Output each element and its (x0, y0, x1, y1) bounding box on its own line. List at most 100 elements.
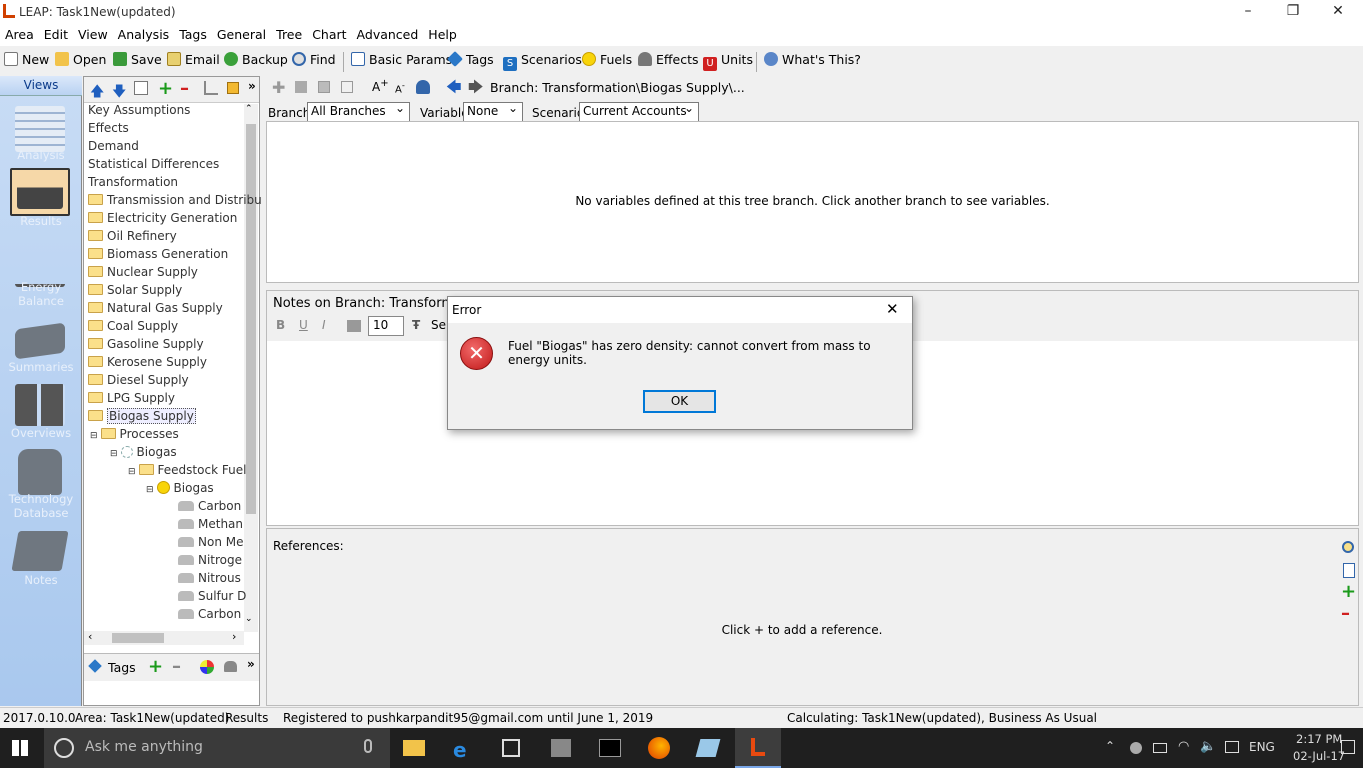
file-explorer-icon[interactable] (403, 740, 425, 756)
battery-icon[interactable] (1153, 743, 1167, 753)
scroll-left-icon[interactable]: ‹ (88, 630, 92, 643)
font-name-partial[interactable]: Se (431, 318, 446, 332)
show-hidden-icons[interactable]: ⌃ (1105, 739, 1115, 753)
firefox-icon[interactable] (648, 737, 670, 759)
tree-item-transmission[interactable]: Transmission and Distribu (88, 191, 262, 209)
find-button[interactable]: Find (292, 52, 336, 72)
view-analysis[interactable]: Analysis (0, 148, 82, 162)
collapse-icon[interactable]: ⊟ (110, 449, 118, 459)
microphone-icon[interactable] (364, 739, 372, 753)
tree-item-effect[interactable]: Carbon (178, 605, 241, 623)
color-palette-icon[interactable] (200, 660, 214, 674)
view-technology-database[interactable]: Technology Database (0, 492, 82, 520)
tree-item-nuclear-supply[interactable]: Nuclear Supply (88, 263, 198, 281)
remove-reference-icon[interactable]: – (1341, 603, 1350, 624)
tree-item-oil-refinery[interactable]: Oil Refinery (88, 227, 177, 245)
tag-effects-icon[interactable] (224, 661, 237, 672)
italic-icon[interactable]: I (322, 318, 326, 332)
fuels-button[interactable]: Fuels (582, 52, 632, 72)
taskbar-date[interactable]: 02-Jul-17 (1293, 749, 1345, 763)
input-method-icon[interactable] (1225, 741, 1239, 753)
tree-item-key-assumptions[interactable]: Key Assumptions (88, 101, 190, 119)
command-prompt-icon[interactable] (599, 739, 621, 757)
chevron-more-icon[interactable]: » (247, 657, 255, 671)
tree-item-effect[interactable]: Nitroge (178, 551, 242, 569)
add-reference-icon[interactable]: + (1341, 581, 1356, 602)
add-branch-icon[interactable]: + (158, 78, 173, 99)
tree-item-kerosene-supply[interactable]: Kerosene Supply (88, 353, 207, 371)
decrease-font-icon[interactable]: A- (395, 80, 405, 95)
tree-item-feedstock-fuel[interactable]: ⊟ Feedstock Fuel (128, 461, 246, 479)
paste-icon[interactable] (318, 81, 330, 93)
scenarios-button[interactable]: S Scenarios (503, 52, 582, 72)
tree-item-coal-supply[interactable]: Coal Supply (88, 317, 178, 335)
view-notes[interactable]: Notes (0, 573, 82, 587)
units-button[interactable]: U Units (703, 52, 753, 72)
language-indicator[interactable]: ENG (1249, 740, 1275, 754)
new-reference-icon[interactable] (1343, 563, 1355, 578)
forward-arrow-icon[interactable]: 🡆 (468, 77, 484, 102)
wifi-icon[interactable]: ◠ (1178, 739, 1189, 754)
tree-item-effect[interactable]: Carbon (178, 497, 241, 515)
users-icon[interactable] (416, 80, 430, 94)
back-arrow-icon[interactable]: 🡄 (446, 77, 462, 102)
add-disabled-icon[interactable]: ✚ (272, 78, 285, 97)
properties-icon[interactable] (134, 81, 148, 95)
menu-area[interactable]: Area (0, 24, 39, 42)
branch-filter-select[interactable]: All Branches (307, 101, 410, 122)
notes-app-icon[interactable] (695, 739, 721, 757)
save-button[interactable]: Save (113, 52, 162, 72)
search-reference-icon[interactable] (1342, 541, 1354, 553)
dialog-close-button[interactable]: ✕ (886, 300, 899, 318)
tree-item-effects[interactable]: Effects (88, 119, 129, 137)
tree-item-biogas-fuel[interactable]: ⊟ Biogas (146, 479, 214, 497)
tree-item-demand[interactable]: Demand (88, 137, 139, 155)
scroll-thumb[interactable] (112, 633, 164, 643)
delete-branch-icon[interactable]: – (180, 78, 189, 99)
scroll-up-icon[interactable]: ⌃ (245, 104, 253, 114)
menu-edit[interactable]: Edit (39, 24, 73, 42)
variable-filter-select[interactable]: None (463, 101, 523, 122)
tree-item-biogas-supply[interactable]: Biogas Supply (88, 407, 196, 425)
menu-tree[interactable]: Tree (271, 24, 307, 42)
taskbar-search-box[interactable]: Ask me anything (44, 728, 390, 768)
collapse-icon[interactable]: ⊟ (90, 431, 98, 441)
scroll-down-icon[interactable]: ⌄ (245, 614, 253, 624)
tree-item-effect[interactable]: Methan (178, 515, 243, 533)
network-status-icon[interactable] (1130, 742, 1142, 754)
view-overviews[interactable]: Overviews (0, 426, 82, 440)
analysis-view-icon[interactable] (15, 106, 65, 152)
effects-button[interactable]: Effects (638, 52, 699, 72)
tree-item-gasoline-supply[interactable]: Gasoline Supply (88, 335, 204, 353)
scenario-filter-select[interactable]: Current Accounts (579, 101, 699, 122)
collapse-icon[interactable]: ⊟ (128, 467, 136, 477)
bold-icon[interactable]: B (276, 318, 285, 332)
download-icon[interactable] (341, 81, 353, 93)
tree-vertical-scrollbar[interactable]: ⌃ ⌄ (244, 104, 258, 632)
tree-outline-icon[interactable] (204, 81, 218, 95)
tree-item-transformation[interactable]: Transformation (88, 173, 178, 191)
scroll-thumb[interactable] (246, 124, 256, 514)
menu-chart[interactable]: Chart (307, 24, 351, 42)
menu-advanced[interactable]: Advanced (352, 24, 424, 42)
tree-item-effect[interactable]: Sulfur D (178, 587, 246, 605)
leap-taskbar-button[interactable] (735, 728, 781, 768)
backup-button[interactable]: Backup (224, 52, 288, 72)
tree-item-statistical-differences[interactable]: Statistical Differences (88, 155, 219, 173)
tree-item-lpg-supply[interactable]: LPG Supply (88, 389, 175, 407)
tree-item-electricity-generation[interactable]: Electricity Generation (88, 209, 237, 227)
minimize-button[interactable]: – (1225, 0, 1271, 24)
view-summaries[interactable]: Summaries (0, 360, 82, 374)
tree-item-biomass-generation[interactable]: Biomass Generation (88, 245, 228, 263)
store-icon[interactable] (502, 739, 520, 757)
taskbar-time[interactable]: 2:17 PM (1296, 732, 1342, 746)
tags-button[interactable]: Tags (447, 51, 494, 72)
action-center-icon[interactable] (1341, 740, 1355, 754)
menu-tags[interactable]: Tags (174, 24, 212, 42)
font-type-icon[interactable]: Ŧ (412, 318, 420, 332)
menu-view[interactable]: View (73, 24, 113, 42)
lock-icon[interactable] (227, 82, 239, 94)
scroll-right-icon[interactable]: › (232, 630, 236, 643)
remove-tag-icon[interactable]: – (172, 656, 181, 677)
tree-item-biogas-process[interactable]: ⊟ Biogas (110, 443, 177, 461)
